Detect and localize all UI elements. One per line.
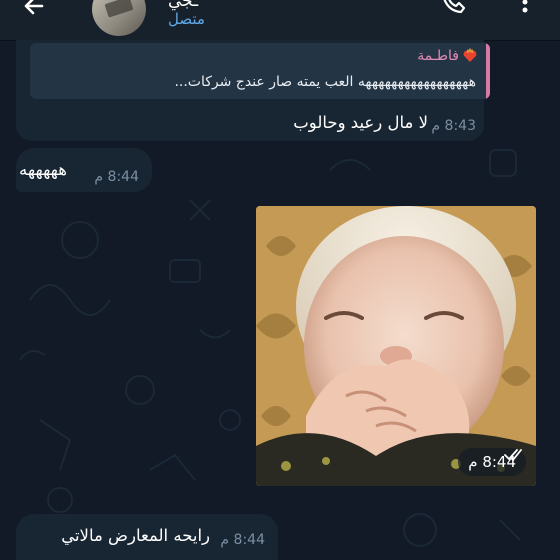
message-text: لا مال رعيد وحالوب — [293, 113, 428, 132]
phone-call-icon[interactable] — [440, 0, 468, 16]
reply-accent-bar — [486, 43, 490, 99]
back-arrow-icon[interactable] — [20, 0, 48, 20]
message-bubble[interactable]: هههههه 8:44 م — [16, 148, 152, 192]
message-bubble[interactable]: فاطـمة هههههههههههههههههه العب يمته صار … — [16, 40, 490, 141]
photo-message[interactable]: 8:44 م — [256, 206, 536, 486]
message-bubble[interactable]: رايحه المعارض مالاتي 8:44 م — [16, 514, 278, 560]
reply-quote[interactable]: فاطـمة هههههههههههههههههه العب يمته صار … — [30, 43, 490, 99]
avatar[interactable] — [92, 0, 146, 36]
photo-meta-badge: 8:44 م — [458, 448, 526, 476]
heart-emoji-icon — [463, 48, 477, 62]
reply-text: هههههههههههههههههه العب يمته صار عندج شر… — [174, 74, 476, 90]
baby-photo-image — [256, 206, 536, 486]
message-text: رايحه المعارض مالاتي — [61, 526, 210, 545]
reply-author-name: فاطـمة — [417, 48, 459, 64]
more-options-icon[interactable] — [515, 0, 535, 16]
message-time: 8:44 م — [94, 169, 139, 185]
chat-header: ـجي متصل — [0, 0, 560, 41]
message-text: هههههه — [19, 160, 67, 179]
message-time: 8:44 م — [220, 532, 265, 548]
online-status: متصل — [168, 10, 205, 28]
double-check-icon — [504, 449, 522, 461]
reply-author: فاطـمة — [417, 48, 478, 64]
message-time: 8:43 م — [431, 118, 476, 134]
